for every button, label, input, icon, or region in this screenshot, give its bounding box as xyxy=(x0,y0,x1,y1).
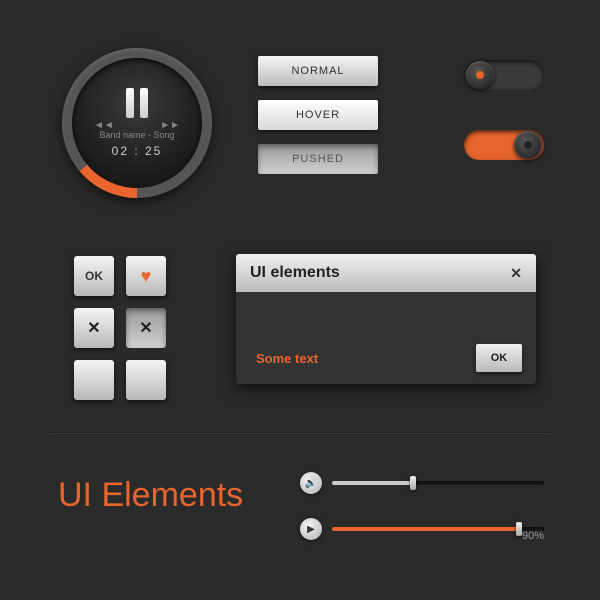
close-icon: ✕ xyxy=(87,318,100,338)
progress-percent-label: 90% xyxy=(522,530,544,542)
progress-handle[interactable] xyxy=(516,522,522,536)
volume-track[interactable] xyxy=(332,481,544,485)
progress-track[interactable] xyxy=(332,527,544,531)
volume-handle[interactable] xyxy=(410,476,416,490)
toggle-off[interactable] xyxy=(464,60,544,90)
section-divider xyxy=(50,432,550,434)
blank-button-a[interactable] xyxy=(74,360,114,400)
close-icon: ✕ xyxy=(139,318,152,338)
volume-fill xyxy=(332,481,413,485)
progress-fill xyxy=(332,527,519,531)
next-track-icon[interactable]: ►► xyxy=(160,120,180,131)
dialog-close-button[interactable]: ✕ xyxy=(510,265,522,282)
favorite-button[interactable]: ♥ xyxy=(126,256,166,296)
page-title: UI Elements xyxy=(58,476,243,515)
toggle-on[interactable] xyxy=(464,130,544,160)
dialog-ok-button[interactable]: OK xyxy=(476,344,522,372)
dialog-title: UI elements xyxy=(250,264,340,282)
dialog-body-text: Some text xyxy=(256,351,318,366)
blank-button-b[interactable] xyxy=(126,360,166,400)
dialog-body: Some text OK xyxy=(236,292,536,384)
volume-icon[interactable]: 🔊 xyxy=(300,472,322,494)
pause-button[interactable] xyxy=(124,88,150,118)
toggle-group xyxy=(464,60,544,160)
music-player: ◄◄ ►► Band name - Song 02 : 25 xyxy=(62,48,212,198)
prev-track-icon[interactable]: ◄◄ xyxy=(94,120,114,131)
dialog-titlebar: UI elements ✕ xyxy=(236,254,536,292)
heart-icon: ♥ xyxy=(141,266,152,287)
sliders-group: 🔊 ▶ xyxy=(300,472,544,540)
pushed-button[interactable]: PUSHED xyxy=(258,144,378,174)
progress-slider-row: ▶ xyxy=(300,518,544,540)
track-label: Band name - Song xyxy=(99,130,174,140)
close-small-button-pushed[interactable]: ✕ xyxy=(126,308,166,348)
normal-button[interactable]: NORMAL xyxy=(258,56,378,86)
volume-slider-row: 🔊 xyxy=(300,472,544,494)
toggle-knob xyxy=(514,131,542,159)
button-states-group: NORMAL HOVER PUSHED xyxy=(258,56,378,174)
track-time: 02 : 25 xyxy=(112,144,163,158)
play-icon[interactable]: ▶ xyxy=(300,518,322,540)
player-face: ◄◄ ►► Band name - Song 02 : 25 xyxy=(72,58,202,188)
close-small-button[interactable]: ✕ xyxy=(74,308,114,348)
toggle-knob xyxy=(466,61,494,89)
hover-button[interactable]: HOVER xyxy=(258,100,378,130)
small-button-grid: OK ♥ ✕ ✕ xyxy=(74,256,166,400)
ok-small-button[interactable]: OK xyxy=(74,256,114,296)
dialog-window: UI elements ✕ Some text OK xyxy=(236,254,536,384)
